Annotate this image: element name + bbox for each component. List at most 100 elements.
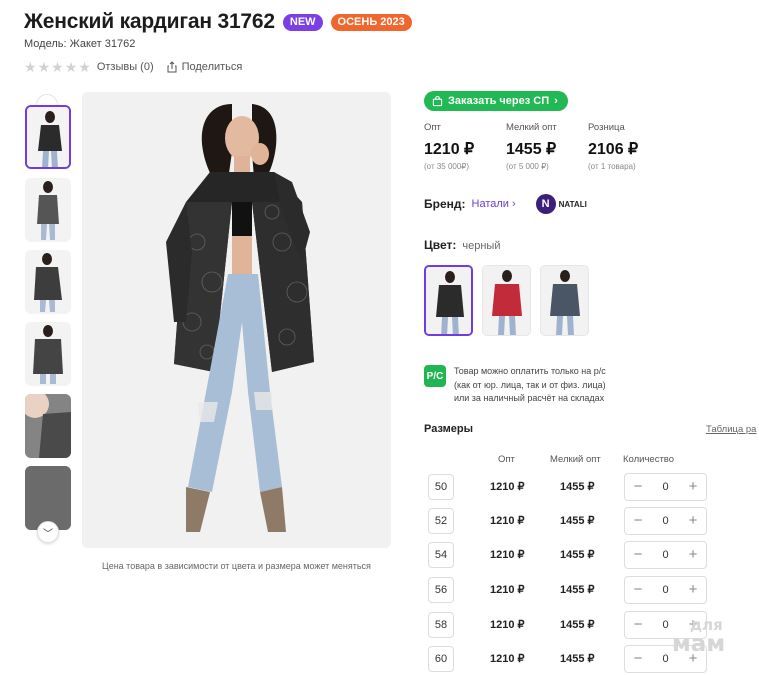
size-value: 54: [428, 542, 454, 568]
price-value: 1455 ₽: [506, 141, 557, 158]
size-price-small: 1455 ₽: [560, 619, 595, 631]
size-row: 50 1210 ₽ 1455 ₽ − 0 +: [428, 473, 728, 501]
minus-button[interactable]: −: [631, 617, 645, 632]
payment-note: Р/С Товар можно оплатить только на р/с (…: [424, 365, 606, 406]
share-icon: [167, 61, 177, 73]
product-model: Модель: Жакет 31762: [24, 38, 136, 50]
plus-button[interactable]: +: [686, 479, 700, 494]
minus-button[interactable]: −: [631, 547, 645, 562]
season-badge: ОСЕНЬ 2023: [330, 13, 412, 31]
size-price-opt: 1210 ₽: [490, 549, 525, 561]
bank-transfer-icon: Р/С: [424, 365, 446, 387]
price-note: (от 1 товара): [588, 162, 636, 171]
plus-button[interactable]: +: [686, 582, 700, 597]
size-price-small: 1455 ₽: [560, 653, 595, 665]
size-value: 50: [428, 474, 454, 500]
chevron-right-icon: ›: [554, 95, 558, 107]
product-title: Женский кардиган 31762: [24, 10, 275, 33]
price-label: Опт: [424, 122, 441, 133]
product-header: Женский кардиган 31762 NEW ОСЕНЬ 2023: [24, 10, 412, 34]
size-price-small: 1455 ₽: [560, 481, 595, 493]
quantity-stepper: − 0 +: [624, 473, 707, 501]
quantity-value[interactable]: 0: [662, 515, 668, 527]
minus-button[interactable]: −: [631, 582, 645, 597]
size-price-opt: 1210 ₽: [490, 619, 525, 631]
order-sp-label: Заказать через СП: [448, 95, 550, 107]
sizes-title: Размеры: [424, 423, 474, 435]
brand-link[interactable]: Натали ›: [472, 198, 516, 210]
star-icon: ★: [78, 59, 91, 75]
brand-logo-text: NATALI: [558, 199, 587, 209]
share-label: Поделиться: [181, 61, 243, 73]
brand-logo-icon: N: [535, 194, 556, 214]
thumbnail[interactable]: [25, 394, 71, 458]
minus-button[interactable]: −: [631, 479, 645, 494]
site-watermark: для мам: [672, 616, 726, 657]
watermark-line: мам: [672, 631, 726, 657]
quantity-stepper: − 0 +: [624, 576, 707, 604]
price-note: (от 5 000 ₽): [506, 162, 549, 171]
product-meta: ★ ★ ★ ★ ★ Отзывы (0) Поделиться: [24, 60, 242, 74]
payment-note-line: Товар можно оплатить только на р/с: [454, 366, 606, 376]
size-price-small: 1455 ₽: [560, 549, 595, 561]
payment-note-line: (как от юр. лица, так и от физ. лица): [454, 379, 606, 390]
quantity-value[interactable]: 0: [662, 481, 668, 493]
price-wholesale: Опт 1210 ₽ (от 35 000₽): [424, 122, 506, 171]
plus-button[interactable]: +: [686, 513, 700, 528]
plus-button[interactable]: +: [686, 547, 700, 562]
quantity-stepper: − 0 +: [624, 507, 707, 535]
price-block: Опт 1210 ₽ (от 35 000₽) Мелкий опт 1455 …: [424, 122, 670, 171]
thumbnail[interactable]: [25, 105, 71, 169]
price-value: 1210 ₽: [424, 141, 475, 158]
size-price-opt: 1210 ₽: [490, 481, 525, 493]
order-sp-button[interactable]: Заказать через СП ›: [424, 91, 568, 111]
size-row: 54 1210 ₽ 1455 ₽ − 0 +: [428, 541, 728, 569]
star-icon: ★: [37, 59, 51, 75]
minus-button[interactable]: −: [631, 513, 645, 528]
payment-note-line: или за наличный расчёт на складах: [454, 393, 605, 403]
new-badge: NEW: [282, 13, 323, 31]
star-icon: ★: [64, 59, 78, 75]
color-label: Цвет:: [424, 238, 457, 252]
chevron-down-icon[interactable]: ﹀: [37, 521, 59, 543]
quantity-value[interactable]: 0: [662, 619, 668, 631]
thumbnail[interactable]: [25, 250, 71, 314]
thumbnail[interactable]: [25, 322, 71, 386]
price-label: Розница: [588, 122, 625, 133]
minus-button[interactable]: −: [631, 651, 645, 666]
size-value: 52: [428, 508, 454, 534]
header-small-opt: Мелкий опт: [550, 454, 601, 465]
star-icon: ★: [24, 59, 37, 75]
photo-caption: Цена товара в зависимости от цвета и раз…: [102, 561, 371, 571]
thumbnail[interactable]: [25, 178, 71, 242]
price-retail: Розница 2106 ₽ (от 1 товара): [588, 122, 670, 171]
price-note: (от 35 000₽): [424, 162, 470, 171]
size-value: 56: [428, 577, 454, 603]
thumbnail-strip: ︿ ﹀: [24, 94, 72, 544]
size-price-opt: 1210 ₽: [490, 584, 525, 596]
brand-row: Бренд: Натали › N NATALI: [424, 194, 587, 214]
swatch-black[interactable]: [424, 265, 473, 336]
header-opt: Опт: [498, 454, 515, 465]
price-value: 2106 ₽: [588, 141, 639, 158]
quantity-value[interactable]: 0: [662, 653, 668, 665]
price-label: Мелкий опт: [506, 122, 557, 133]
main-product-photo[interactable]: [82, 92, 391, 548]
size-price-opt: 1210 ₽: [490, 653, 525, 665]
size-value: 60: [428, 646, 454, 672]
bag-icon: [432, 95, 443, 106]
size-price-small: 1455 ₽: [560, 584, 595, 596]
rating-stars: ★ ★ ★ ★ ★: [24, 60, 91, 74]
size-table-link[interactable]: Таблица ра: [706, 424, 756, 435]
size-price-opt: 1210 ₽: [490, 515, 525, 527]
quantity-value[interactable]: 0: [662, 584, 668, 596]
price-small-wholesale: Мелкий опт 1455 ₽ (от 5 000 ₽): [506, 122, 588, 171]
swatch-gray[interactable]: [540, 265, 589, 336]
swatch-red[interactable]: [482, 265, 531, 336]
share-button[interactable]: Поделиться: [166, 61, 243, 73]
size-value: 58: [428, 612, 454, 638]
reviews-link[interactable]: Отзывы (0): [97, 61, 154, 73]
quantity-stepper: − 0 +: [624, 541, 707, 569]
quantity-value[interactable]: 0: [662, 549, 668, 561]
brand-logo[interactable]: N NATALI: [535, 194, 587, 214]
